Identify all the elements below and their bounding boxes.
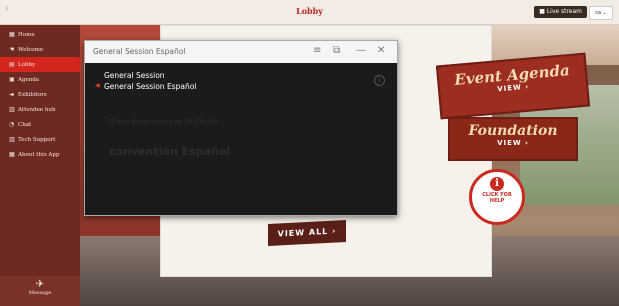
- sidebar-item-label: Chat: [18, 121, 32, 128]
- menu-icon[interactable]: ≡: [313, 45, 321, 56]
- megaphone-icon: ◄: [9, 91, 14, 98]
- sidebar-item-label: Lobby: [18, 61, 36, 68]
- calendar-icon: ▣: [9, 76, 15, 83]
- track-option[interactable]: ◀ General Session Español: [95, 82, 196, 93]
- sidebar-item-label: Agenda: [18, 76, 40, 83]
- track-list: General Session ◀ General Session Español: [95, 71, 196, 93]
- track-option[interactable]: General Session: [95, 71, 196, 82]
- language-value: ca: [595, 10, 602, 16]
- chat-icon: ◔: [9, 121, 15, 128]
- close-icon[interactable]: ✕: [377, 45, 385, 56]
- live-stream-label: Live stream: [546, 8, 582, 15]
- info-icon: ▦: [9, 151, 15, 158]
- sidebar-item-label: About this App: [18, 151, 60, 158]
- video-player-window: General Session Español ≡ ⧉ — ✕ Starts W…: [84, 40, 398, 216]
- sidebar: ▦ Home ☚ Welcome ▤ Lobby ▣ Agenda ◄ Exhibitors ▥ At…: [0, 25, 80, 306]
- sidebar-item-label: Exhibitors: [18, 91, 47, 98]
- page-title: Lobby: [296, 6, 323, 16]
- foundation-view: VIEW ›: [497, 139, 529, 147]
- start-time-text: Starts Wednesday at 10:00 AM: [109, 118, 218, 126]
- building-icon: ▤: [9, 61, 15, 68]
- help-button[interactable]: i CLICK FOR HELP: [469, 169, 525, 225]
- track-label: General Session: [104, 71, 165, 80]
- people-icon: ▥: [9, 106, 15, 113]
- player-info-icon[interactable]: i: [374, 75, 385, 86]
- sidebar-item-label: Tech Support: [18, 136, 56, 143]
- sidebar-item-welcome[interactable]: ☚ Welcome: [0, 42, 80, 57]
- sidebar-item-label: Home: [18, 31, 35, 38]
- camera-icon: ■: [539, 8, 547, 15]
- player-body: Starts Wednesday at 10:00 AM convention …: [85, 63, 397, 215]
- session-name-text: convention Español: [109, 145, 231, 158]
- sidebar-item-chat[interactable]: ◔ Chat: [0, 117, 80, 132]
- view-all-button[interactable]: VIEW ALL ›: [268, 219, 346, 247]
- message-button[interactable]: ✈ Message: [0, 276, 80, 306]
- sidebar-item-agenda[interactable]: ▣ Agenda: [0, 72, 80, 87]
- language-select[interactable]: ca ⌄: [589, 6, 613, 20]
- sidebar-item-label: Attendee hub: [18, 106, 56, 113]
- sidebar-nav: ▦ Home ☚ Welcome ▤ Lobby ▣ Agenda ◄ Exhibitors ▥ At…: [0, 27, 80, 162]
- info-icon: i: [490, 177, 504, 191]
- paper-plane-icon: ✈: [35, 279, 45, 290]
- help-line2: HELP: [489, 198, 505, 204]
- popout-icon[interactable]: ⧉: [333, 45, 340, 56]
- tool-icon: ▥: [9, 136, 15, 143]
- speaker-icon: ◀: [95, 82, 100, 89]
- top-bar: › Lobby ■ Live stream ca ⌄: [0, 0, 619, 25]
- sidebar-item-lobby[interactable]: ▤ Lobby: [0, 57, 80, 72]
- grid-icon: ▦: [9, 31, 15, 38]
- sidebar-item-home[interactable]: ▦ Home: [0, 27, 80, 42]
- live-stream-button[interactable]: ■ Live stream: [534, 6, 587, 18]
- track-label: General Session Español: [104, 82, 197, 91]
- sidebar-item-label: Welcome: [18, 46, 44, 53]
- foundation-sign[interactable]: Foundation VIEW ›: [448, 117, 578, 161]
- message-label: Message: [28, 290, 52, 296]
- player-header: General Session Español ≡ ⧉ — ✕: [85, 41, 397, 63]
- sidebar-item-exhibitors[interactable]: ◄ Exhibitors: [0, 87, 80, 102]
- sidebar-item-tech-support[interactable]: ▥ Tech Support: [0, 132, 80, 147]
- foundation-title: Foundation: [468, 123, 558, 139]
- hand-icon: ☚: [9, 46, 15, 53]
- minimize-icon[interactable]: —: [356, 45, 366, 56]
- player-title: General Session Español: [93, 47, 186, 56]
- sidebar-item-about-this-app[interactable]: ▦ About this App: [0, 147, 80, 162]
- sidebar-item-attendee-hub[interactable]: ▥ Attendee hub: [0, 102, 80, 117]
